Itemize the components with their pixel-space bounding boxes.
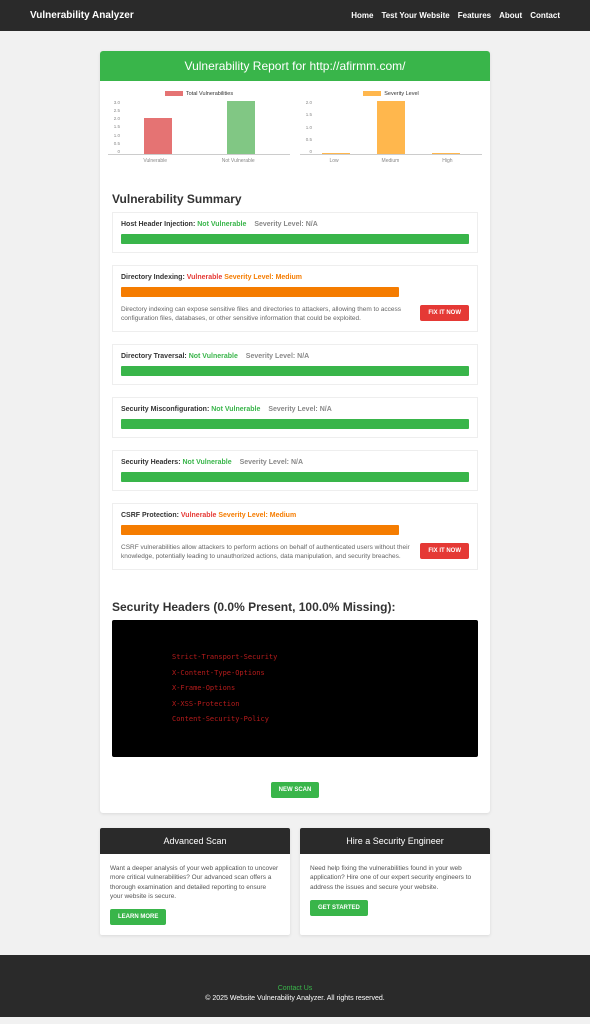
bar-vulnerable [144, 118, 172, 154]
progress-bar [121, 287, 399, 297]
vuln-item: Directory Indexing: Vulnerable Severity … [112, 265, 478, 332]
progress-bar [121, 366, 469, 376]
vuln-severity: Severity Level: N/A [268, 406, 331, 413]
navbar: Vulnerability Analyzer Home Test Your We… [0, 0, 590, 31]
progress-bar [121, 472, 469, 482]
legend-label-severity: Severity Level [384, 91, 419, 97]
vuln-status: Vulnerable [181, 512, 217, 519]
headers-box: Strict-Transport-SecurityX-Content-Type-… [112, 620, 478, 757]
vuln-desc: Directory indexing can expose sensitive … [121, 305, 412, 323]
footer-copy: © 2025 Website Vulnerability Analyzer. A… [0, 995, 590, 1002]
nav-home[interactable]: Home [351, 11, 373, 20]
promo-hire-title: Hire a Security Engineer [300, 828, 490, 854]
vuln-item: Host Header Injection: Not Vulnerable Se… [112, 212, 478, 253]
vuln-title: Host Header Injection: Not Vulnerable Se… [121, 221, 469, 228]
vuln-title: Security Misconfiguration: Not Vulnerabl… [121, 406, 469, 413]
vuln-item: CSRF Protection: Vulnerable Severity Lev… [112, 503, 478, 570]
vuln-status: Not Vulnerable [189, 353, 238, 360]
vuln-item: Directory Traversal: Not Vulnerable Seve… [112, 344, 478, 385]
chart-severity-area: 2.0 1.5 1.0 0.5 0 [300, 100, 482, 155]
summary-title: Vulnerability Summary [112, 192, 478, 206]
bar-not-vulnerable [227, 101, 255, 154]
vuln-status: Not Vulnerable [211, 406, 260, 413]
brand[interactable]: Vulnerability Analyzer [30, 10, 134, 21]
nav-about[interactable]: About [499, 11, 522, 20]
vuln-status: Not Vulnerable [197, 221, 246, 228]
chart-total: Total Vulnerabilities 3.0 2.5 2.0 1.5 1.… [108, 91, 290, 164]
yaxis-total: 3.0 2.5 2.0 1.5 1.0 0.5 0 [108, 100, 120, 154]
vuln-severity: Severity Level: Medium [224, 274, 302, 281]
footer: Contact Us © 2025 Website Vulnerability … [0, 955, 590, 1017]
vuln-status: Not Vulnerable [182, 459, 231, 466]
vuln-title: Directory Indexing: Vulnerable Severity … [121, 274, 469, 281]
promo-advanced: Advanced Scan Want a deeper analysis of … [100, 828, 290, 934]
summary-section: Vulnerability Summary Host Header Inject… [100, 192, 490, 592]
legend-red-icon [165, 91, 183, 96]
vuln-title: Directory Traversal: Not Vulnerable Seve… [121, 353, 469, 360]
bar-medium [377, 101, 405, 154]
nav-test[interactable]: Test Your Website [381, 11, 449, 20]
chart-total-area: 3.0 2.5 2.0 1.5 1.0 0.5 0 [108, 100, 290, 155]
header-missing: Strict-Transport-Security [172, 650, 418, 665]
header-missing: X-Frame-Options [172, 681, 418, 696]
header-missing: X-XSS-Protection [172, 697, 418, 712]
vuln-severity: Severity Level: N/A [254, 221, 317, 228]
promo-row: Advanced Scan Want a deeper analysis of … [100, 828, 490, 934]
learn-more-button[interactable]: LEARN MORE [110, 909, 166, 925]
fix-button[interactable]: FIX IT NOW [420, 305, 469, 321]
report-card: Vulnerability Report for http://afirmm.c… [100, 51, 490, 813]
footer-contact[interactable]: Contact Us [0, 985, 590, 992]
vuln-severity: Severity Level: N/A [246, 353, 309, 360]
nav-features[interactable]: Features [458, 11, 491, 20]
bar-low [322, 153, 350, 154]
report-title: Vulnerability Report for http://afirmm.c… [100, 51, 490, 81]
progress-bar [121, 234, 469, 244]
nav-links: Home Test Your Website Features About Co… [351, 11, 560, 20]
vuln-title: Security Headers: Not Vulnerable Severit… [121, 459, 469, 466]
vuln-desc: CSRF vulnerabilities allow attackers to … [121, 543, 412, 561]
vuln-severity: Severity Level: Medium [218, 512, 296, 519]
vuln-severity: Severity Level: N/A [240, 459, 303, 466]
scan-row: NEW SCAN [100, 767, 490, 813]
new-scan-button[interactable]: NEW SCAN [271, 782, 320, 798]
headers-title: Security Headers (0.0% Present, 100.0% M… [112, 600, 478, 614]
legend-label-total: Total Vulnerabilities [186, 91, 233, 97]
fix-button[interactable]: FIX IT NOW [420, 543, 469, 559]
vuln-status: Vulnerable [187, 274, 223, 281]
xaxis-total: Vulnerable Not Vulnerable [108, 158, 290, 164]
legend-orange-icon [363, 91, 381, 96]
progress-bar [121, 419, 469, 429]
nav-contact[interactable]: Contact [530, 11, 560, 20]
promo-hire: Hire a Security Engineer Need help fixin… [300, 828, 490, 934]
vuln-item: Security Headers: Not Vulnerable Severit… [112, 450, 478, 491]
get-started-button[interactable]: GET STARTED [310, 900, 368, 916]
headers-section: Security Headers (0.0% Present, 100.0% M… [100, 600, 490, 767]
promo-hire-text: Need help fixing the vulnerabilities fou… [310, 864, 480, 891]
charts: Total Vulnerabilities 3.0 2.5 2.0 1.5 1.… [100, 81, 490, 184]
vuln-item: Security Misconfiguration: Not Vulnerabl… [112, 397, 478, 438]
bar-high [432, 153, 460, 154]
yaxis-severity: 2.0 1.5 1.0 0.5 0 [300, 100, 312, 154]
vuln-title: CSRF Protection: Vulnerable Severity Lev… [121, 512, 469, 519]
progress-bar [121, 525, 399, 535]
header-missing: Content-Security-Policy [172, 712, 418, 727]
promo-advanced-title: Advanced Scan [100, 828, 290, 854]
chart-severity: Severity Level 2.0 1.5 1.0 0.5 0 Low Med… [300, 91, 482, 164]
xaxis-severity: Low Medium High [300, 158, 482, 164]
promo-advanced-text: Want a deeper analysis of your web appli… [110, 864, 280, 900]
header-missing: X-Content-Type-Options [172, 666, 418, 681]
